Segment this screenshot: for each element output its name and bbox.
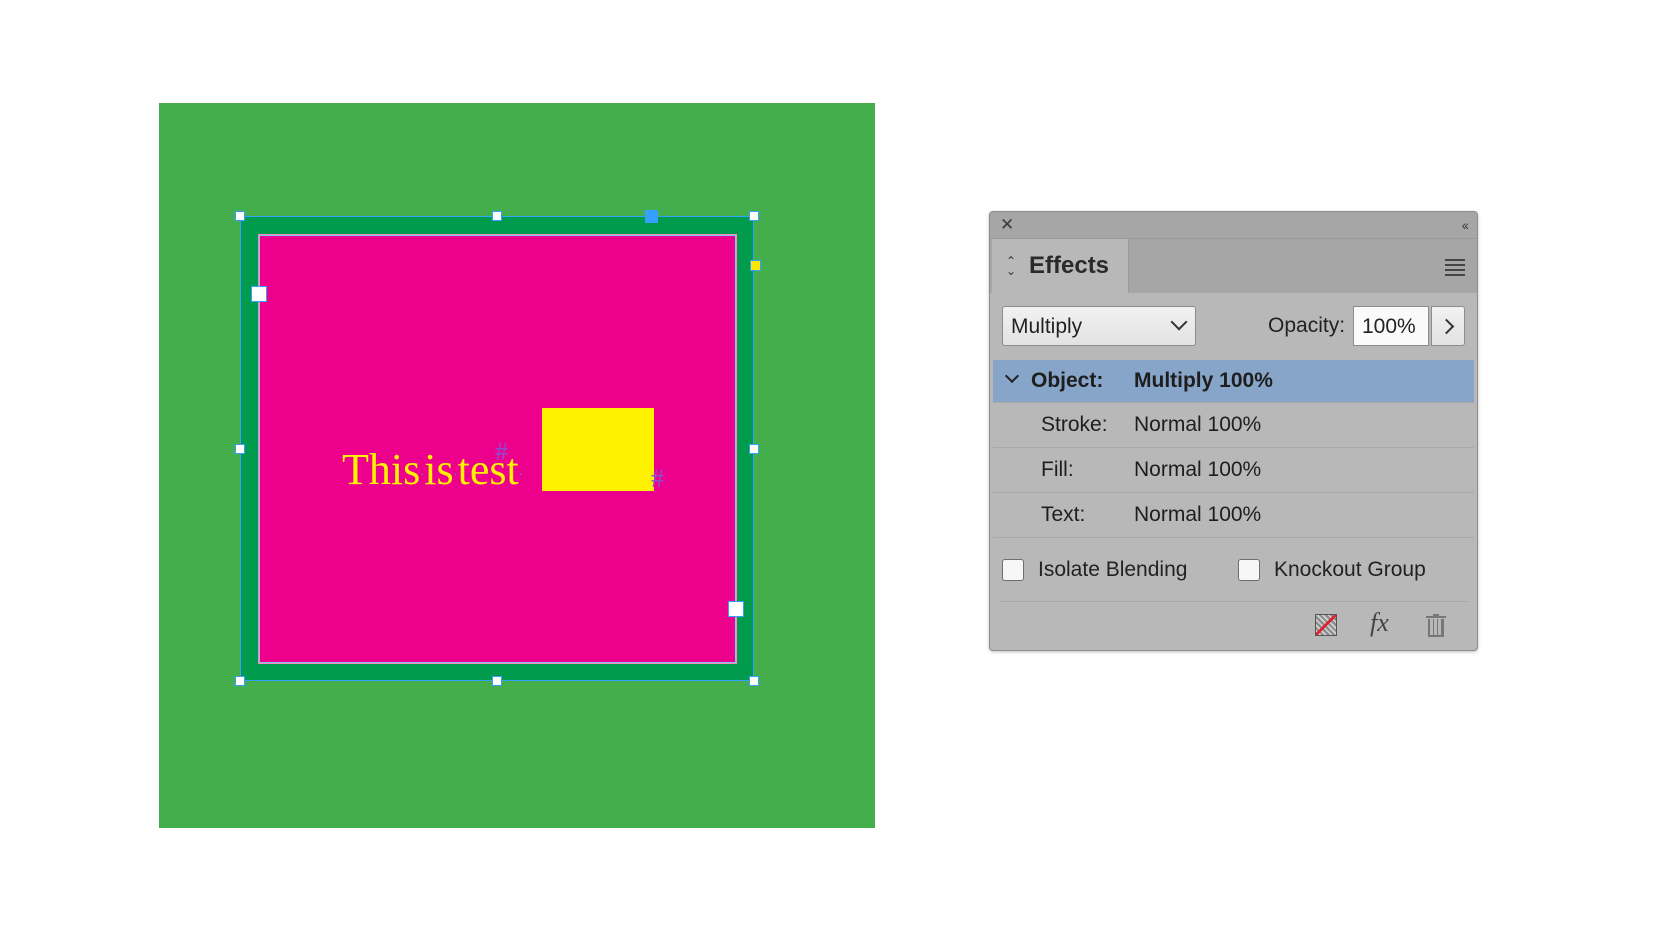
handle-top-left[interactable] bbox=[235, 211, 245, 221]
opacity-input[interactable]: 100% bbox=[1353, 306, 1429, 346]
in-port-handle[interactable] bbox=[251, 286, 267, 302]
tab-effects-label: Effects bbox=[1029, 252, 1110, 279]
up-down-arrows-icon[interactable]: ⌃ ⌄ bbox=[1006, 255, 1016, 277]
isolate-blending-checkbox[interactable] bbox=[1002, 559, 1024, 581]
row-text[interactable]: Text: Normal 100% bbox=[993, 493, 1474, 538]
row-text-value: Normal 100% bbox=[1134, 503, 1262, 526]
effects-target-list: Object: Multiply 100% Stroke: Normal 100… bbox=[993, 360, 1474, 538]
chevron-right-icon bbox=[1438, 318, 1455, 335]
row-object-value: Multiply 100% bbox=[1134, 369, 1273, 392]
panel-title-bar[interactable]: ✕ ‹‹ bbox=[990, 212, 1477, 239]
double-chevron-left-icon[interactable]: ‹‹ bbox=[1462, 215, 1469, 235]
handle-bottom-left[interactable] bbox=[235, 676, 245, 686]
trash-icon[interactable] bbox=[1426, 614, 1446, 638]
anchored-yellow-rectangle[interactable] bbox=[542, 408, 654, 491]
space-marker: · bbox=[518, 466, 523, 481]
live-corner-handle[interactable] bbox=[750, 260, 761, 271]
disclosure-triangle-icon[interactable] bbox=[1004, 368, 1020, 384]
blend-mode-dropdown[interactable]: Multiply bbox=[1002, 306, 1196, 346]
row-object-label: Object: bbox=[1031, 369, 1104, 392]
row-object[interactable]: Object: Multiply 100% bbox=[993, 360, 1474, 403]
handle-top-center[interactable] bbox=[492, 211, 502, 221]
row-stroke[interactable]: Stroke: Normal 100% bbox=[993, 403, 1474, 448]
isolate-blending-label: Isolate Blending bbox=[1038, 558, 1188, 581]
effects-panel: ✕ ‹‹ ⌃ ⌄ Effects Multiply Opacity: 100% O… bbox=[989, 211, 1478, 651]
tab-effects[interactable]: ⌃ ⌄ Effects bbox=[992, 239, 1129, 293]
fx-icon[interactable]: fx bbox=[1370, 608, 1389, 638]
row-stroke-value: Normal 100% bbox=[1134, 413, 1262, 436]
chevron-down-icon bbox=[1170, 313, 1188, 331]
anchor-marker-2: # bbox=[651, 464, 664, 493]
handle-middle-right[interactable] bbox=[749, 444, 759, 454]
panel-menu-icon[interactable] bbox=[1445, 259, 1465, 279]
panel-footer-divider bbox=[1000, 601, 1468, 602]
space-marker: · bbox=[420, 466, 425, 481]
row-stroke-label: Stroke: bbox=[1041, 413, 1108, 436]
knockout-group-checkbox[interactable] bbox=[1238, 559, 1260, 581]
content-grabber-handle[interactable] bbox=[645, 210, 658, 223]
space-marker: · bbox=[453, 466, 458, 481]
panel-tab-strip: ⌃ ⌄ Effects bbox=[990, 239, 1477, 293]
opacity-slider-button[interactable] bbox=[1431, 306, 1465, 346]
clear-effects-icon[interactable] bbox=[1315, 614, 1337, 636]
row-fill-label: Fill: bbox=[1041, 458, 1074, 481]
blend-mode-value: Multiply bbox=[1011, 315, 1083, 338]
row-fill[interactable]: Fill: Normal 100% bbox=[993, 448, 1474, 493]
handle-top-right[interactable] bbox=[749, 211, 759, 221]
anchor-marker-1: # bbox=[495, 437, 508, 466]
handle-bottom-right[interactable] bbox=[749, 676, 759, 686]
handle-bottom-center[interactable] bbox=[492, 676, 502, 686]
row-fill-value: Normal 100% bbox=[1134, 458, 1262, 481]
row-text-label: Text: bbox=[1041, 503, 1086, 526]
close-icon[interactable]: ✕ bbox=[1000, 215, 1014, 235]
knockout-group-label: Knockout Group bbox=[1274, 558, 1426, 581]
handle-middle-left[interactable] bbox=[235, 444, 245, 454]
opacity-label: Opacity: bbox=[1268, 314, 1346, 337]
out-port-handle[interactable] bbox=[728, 601, 744, 617]
